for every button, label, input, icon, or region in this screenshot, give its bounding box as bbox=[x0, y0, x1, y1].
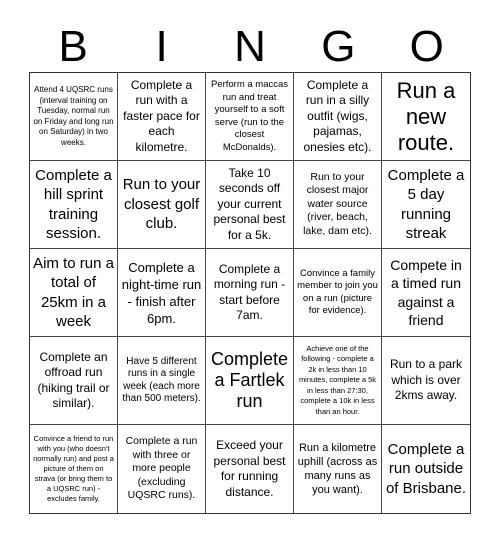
cell-text: Run a new route. bbox=[396, 77, 456, 155]
header-letter-g: G bbox=[321, 22, 356, 71]
bingo-cell[interactable]: Complete a run in a silly outfit (wigs, … bbox=[294, 73, 382, 161]
cell-text: Complete a Fartlek run bbox=[210, 349, 289, 411]
cell-text: Complete a run outside of Brisbane. bbox=[385, 440, 467, 497]
bingo-cell[interactable]: Complete a run with three or more people… bbox=[118, 425, 206, 513]
bingo-cell[interactable]: Run to your closest golf club. bbox=[118, 161, 206, 249]
cell-text: Run to your closest golf club. bbox=[122, 176, 201, 233]
cell-text: Complete a run with a faster pace for ea… bbox=[123, 77, 200, 154]
bingo-cell[interactable]: Compete in a timed run against a friend bbox=[382, 249, 470, 337]
bingo-cell[interactable]: Attend 4 UQSRC runs (interval training o… bbox=[30, 73, 118, 161]
bingo-cell[interactable]: Complete a Fartlek run bbox=[206, 337, 294, 425]
bingo-cell[interactable]: Achieve one of the following - complete … bbox=[294, 337, 382, 425]
cell-text: Convince a friend to run with you (who d… bbox=[33, 434, 114, 503]
cell-text: Complete a hill sprint training session. bbox=[35, 166, 112, 243]
cell-text: Perform a maccas run and treat yourself … bbox=[210, 79, 289, 153]
header-letter-i: I bbox=[155, 22, 168, 71]
bingo-cell[interactable]: Take 10 seconds off your current persona… bbox=[206, 161, 294, 249]
cell-text: Compete in a timed run against a friend bbox=[390, 256, 462, 329]
header-letter-n: N bbox=[234, 22, 266, 71]
cell-text: Complete a 5 day running streak bbox=[387, 166, 465, 243]
cell-text: Aim to run a total of 25km in a week bbox=[33, 254, 114, 331]
bingo-cell[interactable]: Complete a run outside of Brisbane. bbox=[382, 425, 470, 513]
bingo-cell[interactable]: Run to a park which is over 2kms away. bbox=[382, 337, 470, 425]
bingo-cell[interactable]: Perform a maccas run and treat yourself … bbox=[206, 73, 294, 161]
bingo-cell[interactable]: Complete an offroad run (hiking trail or… bbox=[30, 337, 118, 425]
cell-text: Convince a family member to join you on … bbox=[297, 267, 378, 317]
bingo-cell[interactable]: Complete a morning run - start before 7a… bbox=[206, 249, 294, 337]
cell-text: Complete a run in a silly outfit (wigs, … bbox=[303, 77, 372, 154]
bingo-header: B I N G O bbox=[29, 22, 471, 72]
cell-text: Attend 4 UQSRC runs (interval training o… bbox=[33, 85, 114, 147]
bingo-cell[interactable]: Run a kilometre uphill (across as many r… bbox=[294, 425, 382, 513]
bingo-board: Attend 4 UQSRC runs (interval training o… bbox=[29, 72, 471, 514]
bingo-cell[interactable]: Aim to run a total of 25km in a week bbox=[30, 249, 118, 337]
cell-text: Have 5 different runs in a single week (… bbox=[122, 355, 201, 405]
cell-text: Take 10 seconds off your current persona… bbox=[213, 165, 286, 242]
cell-text: Exceed your personal best for running di… bbox=[213, 438, 286, 499]
bingo-cell[interactable]: Exceed your personal best for running di… bbox=[206, 425, 294, 513]
bingo-cell[interactable]: Complete a 5 day running streak bbox=[382, 161, 470, 249]
cell-text: Complete a night-time run - finish after… bbox=[121, 259, 202, 326]
cell-text: Complete a run with three or more people… bbox=[125, 435, 198, 502]
cell-text: Achieve one of the following - complete … bbox=[298, 343, 377, 416]
header-letter-b: B bbox=[58, 22, 88, 71]
bingo-cell[interactable]: Have 5 different runs in a single week (… bbox=[118, 337, 206, 425]
bingo-cell[interactable]: Convince a friend to run with you (who d… bbox=[30, 425, 118, 513]
cell-text: Run to your closest major water source (… bbox=[303, 170, 372, 237]
bingo-cell[interactable]: Complete a hill sprint training session. bbox=[30, 161, 118, 249]
bingo-cell[interactable]: Convince a family member to join you on … bbox=[294, 249, 382, 337]
bingo-cell[interactable]: Complete a run with a faster pace for ea… bbox=[118, 73, 206, 161]
bingo-cell[interactable]: Run to your closest major water source (… bbox=[294, 161, 382, 249]
header-letter-o: O bbox=[409, 22, 444, 71]
bingo-cell[interactable]: Run a new route. bbox=[382, 73, 470, 161]
cell-text: Run a kilometre uphill (across as many r… bbox=[297, 442, 378, 496]
cell-text: Run to a park which is over 2kms away. bbox=[389, 357, 463, 403]
cell-text: Complete a morning run - start before 7a… bbox=[213, 261, 286, 323]
cell-text: Complete an offroad run (hiking trail or… bbox=[37, 349, 110, 411]
bingo-cell[interactable]: Complete a night-time run - finish after… bbox=[118, 249, 206, 337]
